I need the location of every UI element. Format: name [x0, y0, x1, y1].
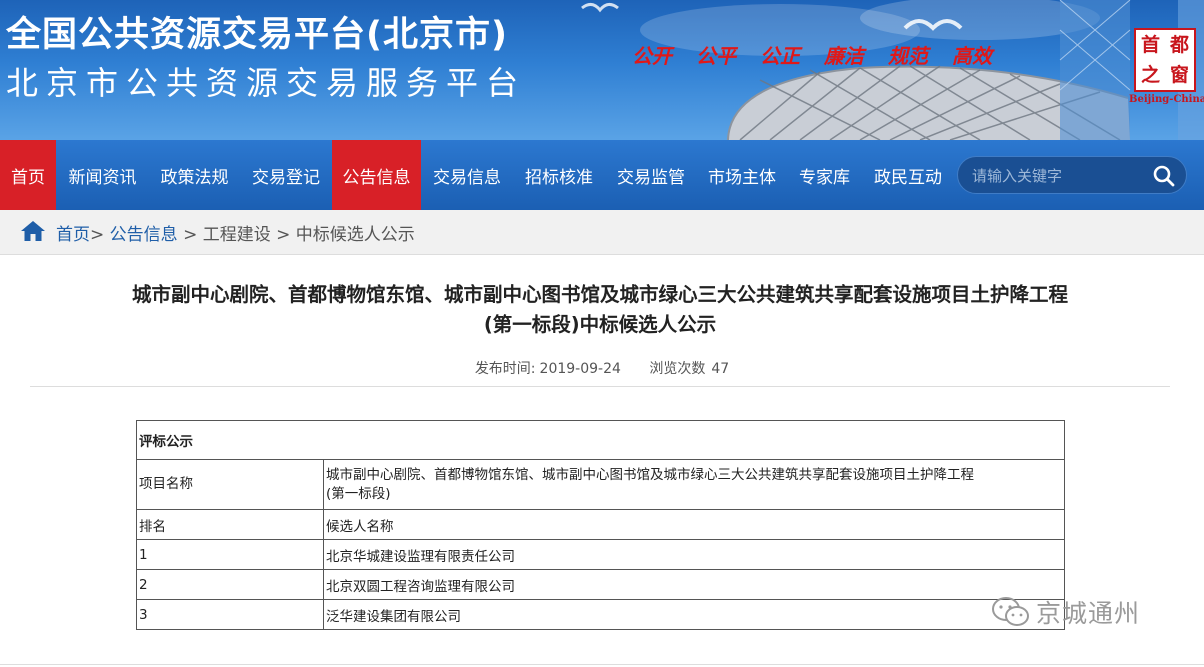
nav-item-expert-pool[interactable]: 专家库: [787, 140, 862, 210]
breadcrumb-engineering[interactable]: 工程建设: [203, 225, 271, 245]
article-title: 城市副中心剧院、首都博物馆东馆、城市副中心图书馆及城市绿心三大公共建筑共享配套设…: [30, 280, 1170, 340]
nav-item-bid-approval[interactable]: 招标核准: [513, 140, 605, 210]
bid-result-table: 评标公示 项目名称 城市副中心剧院、首都博物馆东馆、城市副中心图书馆及城市绿心三…: [136, 420, 1065, 630]
rank-cell: 2: [136, 569, 324, 600]
publish-date: 2019-09-24: [539, 361, 621, 377]
slogan-item: 公平: [696, 44, 736, 68]
home-icon[interactable]: [20, 219, 46, 243]
candidate-cell: 泛华建设集团有限公司: [323, 599, 1065, 630]
article-meta: 发布时间: 2019-09-24 浏览次数 47: [0, 358, 1204, 378]
slogan-item: 规范: [888, 44, 928, 68]
wechat-watermark: 京城通州: [990, 594, 1140, 630]
table-row: 2 北京双圆工程咨询监理有限公司: [136, 569, 1065, 600]
title-divider: [30, 386, 1170, 387]
platform-subtitle: 北京市公共资源交易服务平台: [6, 64, 527, 102]
main-nav: 首页 新闻资讯 政策法规 交易登记 公告信息 交易信息 招标核准 交易监管 市场…: [0, 140, 1204, 210]
breadcrumb-bar: 首页> 公告信息 > 工程建设 > 中标候选人公示: [0, 210, 1204, 255]
breadcrumb-home[interactable]: 首页: [56, 225, 90, 245]
project-name-label: 项目名称: [136, 459, 324, 510]
slogan-group: 公开 公平 公正 廉洁 规范 高效: [632, 40, 992, 69]
nav-item-trade-info[interactable]: 交易信息: [421, 140, 513, 210]
breadcrumb-announcements[interactable]: 公告信息: [110, 225, 178, 245]
nav-item-policy[interactable]: 政策法规: [149, 140, 240, 210]
nav-item-news[interactable]: 新闻资讯: [56, 140, 149, 210]
candidate-cell: 北京华城建设监理有限责任公司: [323, 539, 1065, 570]
nav-item-market-entities[interactable]: 市场主体: [697, 140, 787, 210]
article-title-line: (第一标段)中标候选人公示: [483, 313, 717, 336]
candidate-cell: 北京双圆工程咨询监理有限公司: [323, 569, 1065, 600]
seal-char: 之: [1140, 64, 1160, 86]
views-label: 浏览次数: [649, 361, 706, 377]
page-bottom-divider: [0, 664, 1204, 665]
nav-item-public-interaction[interactable]: 政民互动: [862, 140, 954, 210]
capital-window-seal-logo: 首 都 之 窗: [1134, 28, 1196, 92]
breadcrumb-separator: >: [90, 225, 105, 245]
project-name-line: (第一标段): [326, 485, 391, 502]
breadcrumb-current: 中标候选人公示: [295, 225, 415, 245]
seal-caption: Beijing-China: [1129, 94, 1204, 105]
rank-cell: 3: [136, 599, 324, 630]
seal-char: 首: [1140, 34, 1160, 56]
publish-label: 发布时间:: [474, 361, 536, 377]
header-banner: 全国公共资源交易平台(北京市) 北京市公共资源交易服务平台 公开 公平 公正 廉…: [0, 0, 1204, 140]
view-count: 浏览次数 47: [649, 361, 729, 377]
slogan-item: 公开: [632, 44, 672, 68]
wechat-icon: [992, 597, 1029, 626]
table-header: 评标公示: [136, 420, 1065, 460]
nav-item-trade-supervision[interactable]: 交易监管: [605, 140, 697, 210]
platform-title: 全国公共资源交易平台(北京市): [6, 15, 508, 55]
slogan-item: 高效: [952, 44, 992, 68]
publish-time: 发布时间: 2019-09-24: [475, 361, 621, 377]
table-row: 项目名称 城市副中心剧院、首都博物馆东馆、城市副中心图书馆及城市绿心三大公共建筑…: [136, 459, 1065, 510]
project-name-line: 城市副中心剧院、首都博物馆东馆、城市副中心图书馆及城市绿心三大公共建筑共享配套设…: [326, 466, 974, 483]
table-row: 1 北京华城建设监理有限责任公司: [136, 539, 1065, 570]
seal-char: 窗: [1169, 64, 1189, 86]
slogan-item: 公正: [760, 44, 800, 68]
project-name-value: 城市副中心剧院、首都博物馆东馆、城市副中心图书馆及城市绿心三大公共建筑共享配套设…: [323, 459, 1065, 510]
rank-cell: 1: [136, 539, 324, 570]
nav-item-trade-registration[interactable]: 交易登记: [240, 140, 332, 210]
nav-item-home[interactable]: 首页: [0, 140, 56, 210]
table-row: 排名 候选人名称: [136, 509, 1065, 540]
table-header-row: 评标公示: [136, 420, 1065, 460]
slogan-item: 廉洁: [824, 44, 864, 68]
breadcrumb-separator: >: [183, 225, 198, 245]
table-row: 3 泛华建设集团有限公司: [136, 599, 1065, 630]
search-box: [957, 156, 1187, 194]
search-input[interactable]: [970, 163, 1144, 189]
candidate-header: 候选人名称: [323, 509, 1065, 540]
seal-char: 都: [1169, 34, 1189, 56]
breadcrumb: 首页> 公告信息 > 工程建设 > 中标候选人公示: [56, 220, 415, 245]
article-title-line: 城市副中心剧院、首都博物馆东馆、城市副中心图书馆及城市绿心三大公共建筑共享配套设…: [131, 283, 1068, 306]
watermark-text: 京城通州: [1036, 599, 1141, 628]
nav-item-announcements[interactable]: 公告信息: [332, 140, 421, 210]
views-value: 47: [711, 361, 730, 377]
breadcrumb-separator: >: [276, 225, 291, 245]
search-icon[interactable]: [1152, 164, 1176, 188]
rank-header: 排名: [136, 509, 324, 540]
